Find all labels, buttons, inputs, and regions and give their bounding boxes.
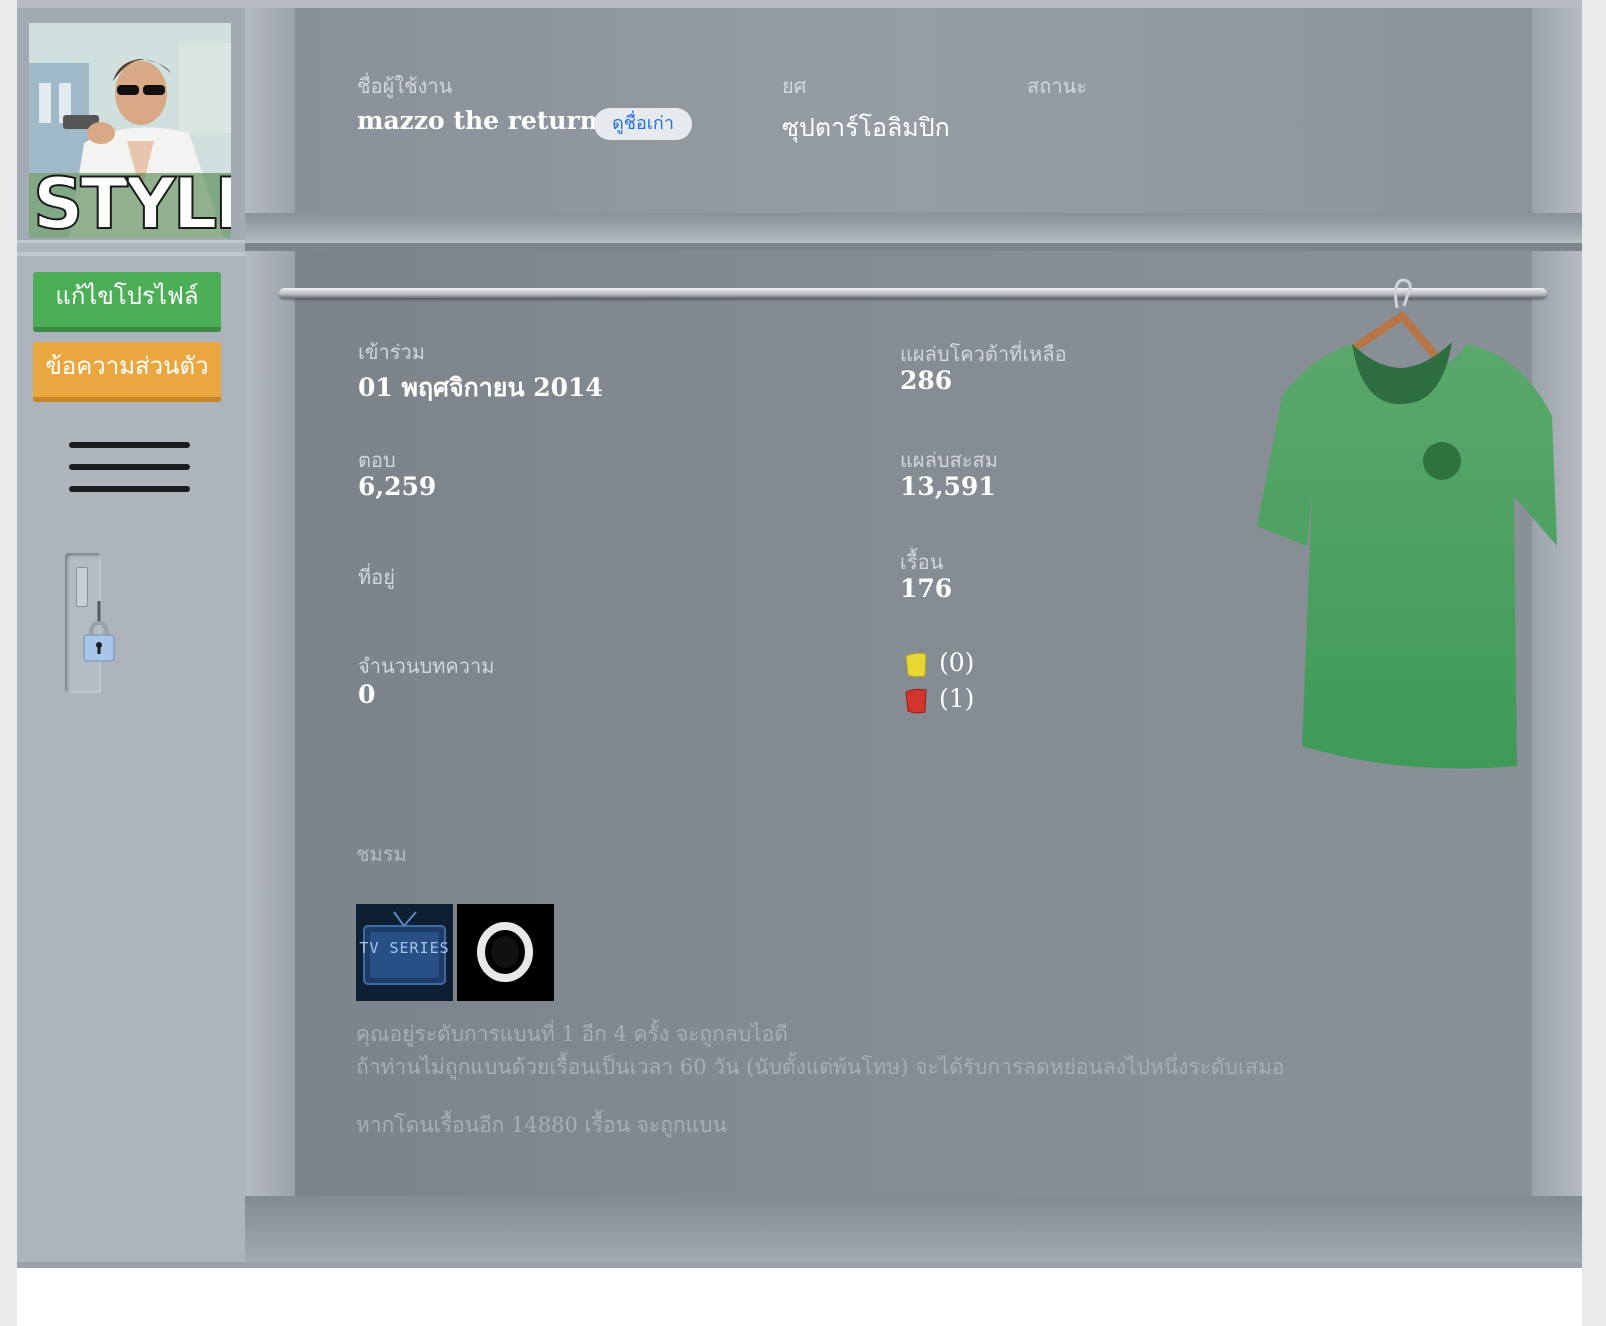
ban-level-note: คุณอยู่ระดับการแบนที่ 1 อีก 4 ครั้ง จะถู… [356,1022,788,1046]
status-label: สถานะ [1027,74,1087,98]
old-names-button[interactable]: ดูชื่อเก่า [594,108,692,140]
locker-floor [245,1196,1582,1262]
rank-value: ซุปตาร์โอลิมปิก [782,113,950,142]
profile-locker: STYLE แก้ไขโปรไฟล์ ข้อความส่วนตัว [17,0,1582,1268]
locker-interior: ชื่อผู้ใช้งาน mazzo the returner ดูชื่อเ… [245,8,1582,1262]
private-message-button[interactable]: ข้อความส่วนตัว [33,342,221,402]
articles-value: 0 [358,680,376,709]
page-background [17,1268,1582,1326]
ban-threshold-note: หากโดนเรื้อนอีก 14880 เรื้อน จะถูกแบน [356,1113,727,1137]
username-label: ชื่อผู้ใช้งาน [357,74,453,98]
top-strip [17,0,1582,8]
joined-value: 01 พฤศจิกายน 2014 [358,373,603,402]
avatar: STYLE [29,23,231,238]
accumulated-value: 13,591 [900,472,996,501]
club-ring[interactable] [457,904,554,1001]
padlock-icon [83,601,115,662]
green-shirt-icon [1257,278,1557,769]
avatar-frame: STYLE [17,8,245,243]
hamburger-menu-icon[interactable] [69,442,190,494]
club-tv-series[interactable]: TV SERIES [356,904,453,1001]
ring-icon [457,904,554,1001]
sidebar-divider [17,252,245,256]
locker-wall-left [245,8,295,1262]
left-sidebar: STYLE แก้ไขโปรไฟล์ ข้อความส่วนตัว [17,8,245,1262]
shelf-board-edge [245,243,1582,251]
yellow-card-icon [905,652,927,678]
red-card-count: (1) [939,684,975,713]
ban-reduce-note: ถ้าท่านไม่ถูกแบนด้วยเรื้อนเป็นเวลา 60 วั… [356,1055,1285,1079]
reun-value: 176 [900,574,953,603]
red-card-icon [905,688,927,714]
avatar-caption: STYLE [33,168,231,238]
articles-label: จำนวนบทความ [358,654,495,678]
quota-value: 286 [900,366,953,395]
club-tv-series-title: TV SERIES [359,939,450,957]
edit-profile-button[interactable]: แก้ไขโปรไฟล์ [33,272,221,332]
address-label: ที่อยู่ [358,565,395,589]
username-value: mazzo the returner [357,106,627,135]
clubs-label: ชมรม [356,842,407,866]
joined-label: เข้าร่วม [358,340,425,364]
rank-label: ยศ [782,74,807,98]
replies-value: 6,259 [358,472,437,501]
locker-latch[interactable] [65,553,115,693]
shelf-board [245,213,1582,243]
yellow-card-count: (0) [939,648,975,677]
